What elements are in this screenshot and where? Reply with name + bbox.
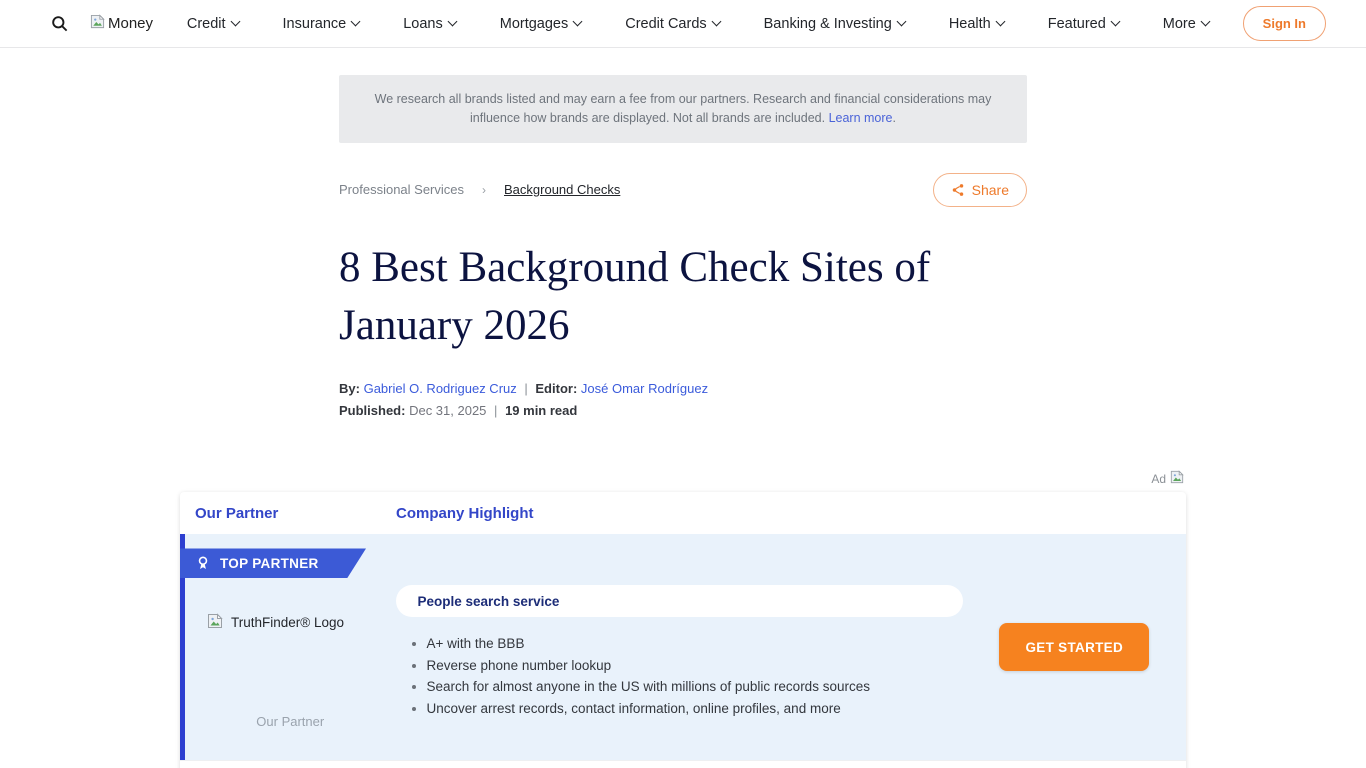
broken-image-icon xyxy=(207,613,223,632)
author-link[interactable]: Gabriel O. Rodriguez Cruz xyxy=(364,381,517,396)
byline-separator: | xyxy=(524,381,527,396)
primary-nav: Credit Insurance Loans Mortgages Credit … xyxy=(153,16,1243,32)
share-button[interactable]: Share xyxy=(933,173,1027,207)
breadcrumb: Professional Services › Background Check… xyxy=(339,182,620,197)
learn-more-link[interactable]: Learn more xyxy=(829,111,893,125)
our-partner-caption: Our Partner xyxy=(185,714,396,729)
chevron-down-icon xyxy=(711,17,721,27)
nav-label: Featured xyxy=(1048,16,1106,32)
chevron-down-icon xyxy=(1200,17,1210,27)
service-category-tag: People search service xyxy=(396,585,963,617)
published-row: Published: Dec 31, 2025 | 19 min read xyxy=(339,403,1027,418)
nav-item-mortgages[interactable]: Mortgages xyxy=(500,16,582,32)
nav-item-health[interactable]: Health xyxy=(949,16,1004,32)
logo-text: Money xyxy=(108,15,153,32)
bullet-text: Search for almost anyone in the US with … xyxy=(427,679,870,694)
nav-item-credit[interactable]: Credit xyxy=(187,16,239,32)
chevron-down-icon xyxy=(447,17,457,27)
published-separator: | xyxy=(494,403,497,418)
top-navigation: Money Credit Insurance Loans Mortgages C… xyxy=(0,0,1366,48)
page-title: 8 Best Background Check Sites of January… xyxy=(339,239,1027,356)
sign-in-button[interactable]: Sign In xyxy=(1243,6,1326,41)
nav-label: Credit Cards xyxy=(625,16,706,32)
published-date: Dec 31, 2025 xyxy=(409,403,486,418)
breadcrumb-current-link[interactable]: Background Checks xyxy=(504,182,620,197)
nav-label: More xyxy=(1163,16,1196,32)
partner-logo[interactable]: TruthFinder® Logo xyxy=(207,613,344,632)
list-item: Reverse phone number lookup xyxy=(427,655,963,677)
editor-link[interactable]: José Omar Rodríguez xyxy=(581,381,708,396)
list-item: Search for almost anyone in the US with … xyxy=(427,676,963,698)
disclosure-period: . xyxy=(893,111,896,125)
column-header-our-partner: Our Partner xyxy=(195,505,396,522)
chevron-down-icon xyxy=(1110,17,1120,27)
byline: By: Gabriel O. Rodriguez Cruz | Editor: … xyxy=(339,381,1027,396)
nav-label: Mortgages xyxy=(500,16,569,32)
nav-item-banking-investing[interactable]: Banking & Investing xyxy=(764,16,905,32)
top-partner-badge: TOP PARTNER xyxy=(180,548,366,578)
nav-label: Credit xyxy=(187,16,226,32)
list-item: A+ with the BBB xyxy=(427,633,963,655)
get-started-button[interactable]: GET STARTED xyxy=(999,623,1149,671)
nav-item-featured[interactable]: Featured xyxy=(1048,16,1119,32)
published-label: Published: xyxy=(339,403,405,418)
breadcrumb-parent-link[interactable]: Professional Services xyxy=(339,182,464,197)
search-icon[interactable] xyxy=(50,14,70,34)
list-item: Uncover arrest records, contact informat… xyxy=(427,698,963,720)
editor-label: Editor: xyxy=(535,381,577,396)
cta-cell: GET STARTED xyxy=(963,534,1186,760)
column-header-company-highlight: Company Highlight xyxy=(396,505,534,522)
ad-label-row: Ad xyxy=(180,470,1186,487)
broken-image-icon xyxy=(90,14,105,33)
breadcrumb-separator-icon: › xyxy=(482,183,486,197)
nav-label: Loans xyxy=(403,16,443,32)
chevron-down-icon xyxy=(995,17,1005,27)
article-column: We research all brands listed and may ea… xyxy=(339,75,1027,418)
top-partner-label: TOP PARTNER xyxy=(220,556,319,571)
partner-logo-alt-text: TruthFinder® Logo xyxy=(231,615,344,630)
nav-item-credit-cards[interactable]: Credit Cards xyxy=(625,16,719,32)
bullet-text: Uncover arrest records, contact informat… xyxy=(427,701,841,716)
share-icon xyxy=(951,183,965,197)
table-row: TOP PARTNER TruthFinder® Logo Our Partne… xyxy=(180,534,1186,760)
breadcrumb-row: Professional Services › Background Check… xyxy=(339,173,1027,207)
bullet-text: Reverse phone number lookup xyxy=(427,658,612,673)
ad-section: Ad Our Partner Company Highlight TOP PAR… xyxy=(180,470,1186,768)
company-highlight-cell: People search service A+ with the BBB Re… xyxy=(396,534,963,760)
nav-label: Insurance xyxy=(283,16,347,32)
chevron-down-icon xyxy=(351,17,361,27)
nav-item-insurance[interactable]: Insurance xyxy=(283,16,360,32)
ad-label: Ad xyxy=(1151,472,1166,486)
money-logo[interactable]: Money xyxy=(90,14,153,33)
nav-label: Banking & Investing xyxy=(764,16,892,32)
bullet-text: A+ with the BBB xyxy=(427,636,525,651)
chevron-down-icon xyxy=(896,17,906,27)
table-header-row: Our Partner Company Highlight xyxy=(180,492,1186,534)
nav-item-more[interactable]: More xyxy=(1163,16,1209,32)
chevron-down-icon xyxy=(230,17,240,27)
nav-item-loans[interactable]: Loans xyxy=(403,16,456,32)
partner-cell: TOP PARTNER TruthFinder® Logo Our Partne… xyxy=(185,534,396,760)
highlight-bullet-list: A+ with the BBB Reverse phone number loo… xyxy=(396,633,963,719)
nav-label: Health xyxy=(949,16,991,32)
partner-comparison-table: Our Partner Company Highlight TOP PARTNE… xyxy=(180,492,1186,768)
chevron-down-icon xyxy=(573,17,583,27)
share-label: Share xyxy=(972,182,1009,198)
next-table-row-partial xyxy=(180,760,1186,768)
disclosure-text: We research all brands listed and may ea… xyxy=(375,92,992,125)
advertiser-disclosure: We research all brands listed and may ea… xyxy=(339,75,1027,143)
broken-image-icon xyxy=(1170,470,1184,487)
by-label: By: xyxy=(339,381,360,396)
read-time: 19 min read xyxy=(505,403,577,418)
medal-icon xyxy=(195,555,211,571)
